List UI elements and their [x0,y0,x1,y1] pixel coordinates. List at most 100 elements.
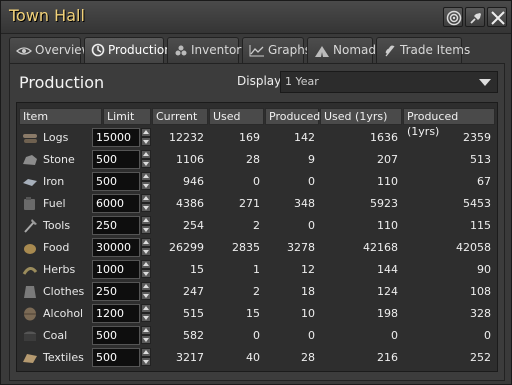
cell-used: 0 [253,175,260,188]
target-button[interactable] [443,7,463,27]
cell-produced: 348 [294,197,315,210]
cell-used-1yrs: 144 [377,263,398,276]
limit-stepper[interactable] [141,128,151,147]
cell-produced-1yrs: 252 [470,351,491,364]
stack-icon [175,45,187,56]
cell-produced-1yrs: 5453 [463,197,491,210]
title-bar[interactable]: Town Hall [1,1,511,34]
increment-button[interactable] [141,304,151,313]
tab-trade-items[interactable]: Trade Items [376,37,470,63]
limit-stepper[interactable] [141,150,151,169]
table-row: Fuel 6000 4386 271 348 5923 5453 [19,193,496,215]
cell-used: 169 [239,131,260,144]
increment-button[interactable] [141,172,151,181]
cell-produced-1yrs: 42058 [456,241,491,254]
column-header-used[interactable]: Used [209,108,264,125]
limit-input[interactable]: 1200 [92,304,140,323]
cell-current: 254 [183,219,204,232]
decrement-button[interactable] [141,247,151,256]
column-header-produced[interactable]: Produced [265,108,320,125]
decrement-button[interactable] [141,225,151,234]
decrement-button[interactable] [141,291,151,300]
limit-input[interactable]: 30000 [92,238,140,257]
cell-used-1yrs: 0 [391,329,398,342]
increment-button[interactable] [141,282,151,291]
limit-stepper[interactable] [141,216,151,235]
item-name: Coal [43,329,68,342]
column-header-used-1yrs[interactable]: Used (1yrs) [320,108,402,125]
increment-button[interactable] [141,216,151,225]
limit-input[interactable]: 6000 [92,194,140,213]
limit-input[interactable]: 250 [92,282,140,301]
table-row: Stone 500 1106 28 9 207 513 [19,149,496,171]
food-icon [24,244,36,254]
wheat-icon [385,45,395,57]
limit-input[interactable]: 500 [92,172,140,191]
cell-produced: 28 [301,351,315,364]
table-row: Coal 500 582 0 0 0 0 [19,325,496,347]
increment-button[interactable] [141,128,151,137]
increment-button[interactable] [141,326,151,335]
table-row: Clothes 250 247 2 18 124 108 [19,281,496,303]
display-period-value: 1 Year [285,75,319,88]
column-header-limit[interactable]: Limit [103,108,151,125]
window-title: Town Hall [9,6,85,25]
pin-button[interactable] [465,7,485,27]
tab-label: Nomads [333,43,383,57]
tab-inventory[interactable]: Inventory [167,37,248,63]
increment-button[interactable] [141,238,151,247]
cell-used-1yrs: 207 [377,153,398,166]
decrement-button[interactable] [141,181,151,190]
limit-stepper[interactable] [141,260,151,279]
decrement-button[interactable] [141,357,151,366]
tab-label: Production [108,43,172,57]
decrement-button[interactable] [141,159,151,168]
column-header-item[interactable]: Item [19,108,102,125]
limit-input[interactable]: 1000 [92,260,140,279]
increment-button[interactable] [141,260,151,269]
table-row: Textiles 500 3217 40 28 216 252 [19,347,496,369]
tab-overview[interactable]: Overview [9,37,92,63]
decrement-button[interactable] [141,313,151,322]
tab-label: Trade Items [400,43,471,57]
cell-used: 2 [253,285,260,298]
cell-used: 271 [239,197,260,210]
limit-stepper[interactable] [141,194,151,213]
limit-stepper[interactable] [141,238,151,257]
column-header-current[interactable]: Current [152,108,208,125]
limit-stepper[interactable] [141,326,151,345]
limit-stepper[interactable] [141,172,151,191]
herbs-icon [22,267,38,275]
column-header-produced-1yrs[interactable]: Produced (1yrs) [403,108,495,138]
decrement-button[interactable] [141,269,151,278]
increment-button[interactable] [141,194,151,203]
cell-produced: 10 [301,307,315,320]
cell-used-1yrs: 1636 [370,131,398,144]
logs-icon [23,134,37,143]
limit-input[interactable]: 500 [92,150,140,169]
panel-title: Production [19,73,105,92]
limit-input[interactable]: 500 [92,326,140,345]
tab-label: Graphs [268,43,312,57]
decrement-button[interactable] [141,137,151,146]
table-row: Herbs 1000 15 1 12 144 90 [19,259,496,281]
increment-button[interactable] [141,348,151,357]
increment-button[interactable] [141,150,151,159]
cell-current: 26299 [169,241,204,254]
close-button[interactable] [487,7,507,27]
tab-nomads[interactable]: Nomads [307,37,382,63]
tab-production[interactable]: Production [84,37,172,64]
cell-used-1yrs: 198 [377,307,398,320]
tab-graphs[interactable]: Graphs [242,37,311,63]
display-period-select[interactable]: 1 Year [280,71,498,93]
decrement-button[interactable] [141,203,151,212]
limit-stepper[interactable] [141,282,151,301]
clothes-icon [24,286,36,298]
limit-input[interactable]: 500 [92,348,140,367]
decrement-button[interactable] [141,335,151,344]
limit-stepper[interactable] [141,348,151,367]
table-row: Logs 15000 12232 169 142 1636 2359 [19,127,496,149]
limit-input[interactable]: 250 [92,216,140,235]
limit-stepper[interactable] [141,304,151,323]
limit-input[interactable]: 15000 [92,128,140,147]
